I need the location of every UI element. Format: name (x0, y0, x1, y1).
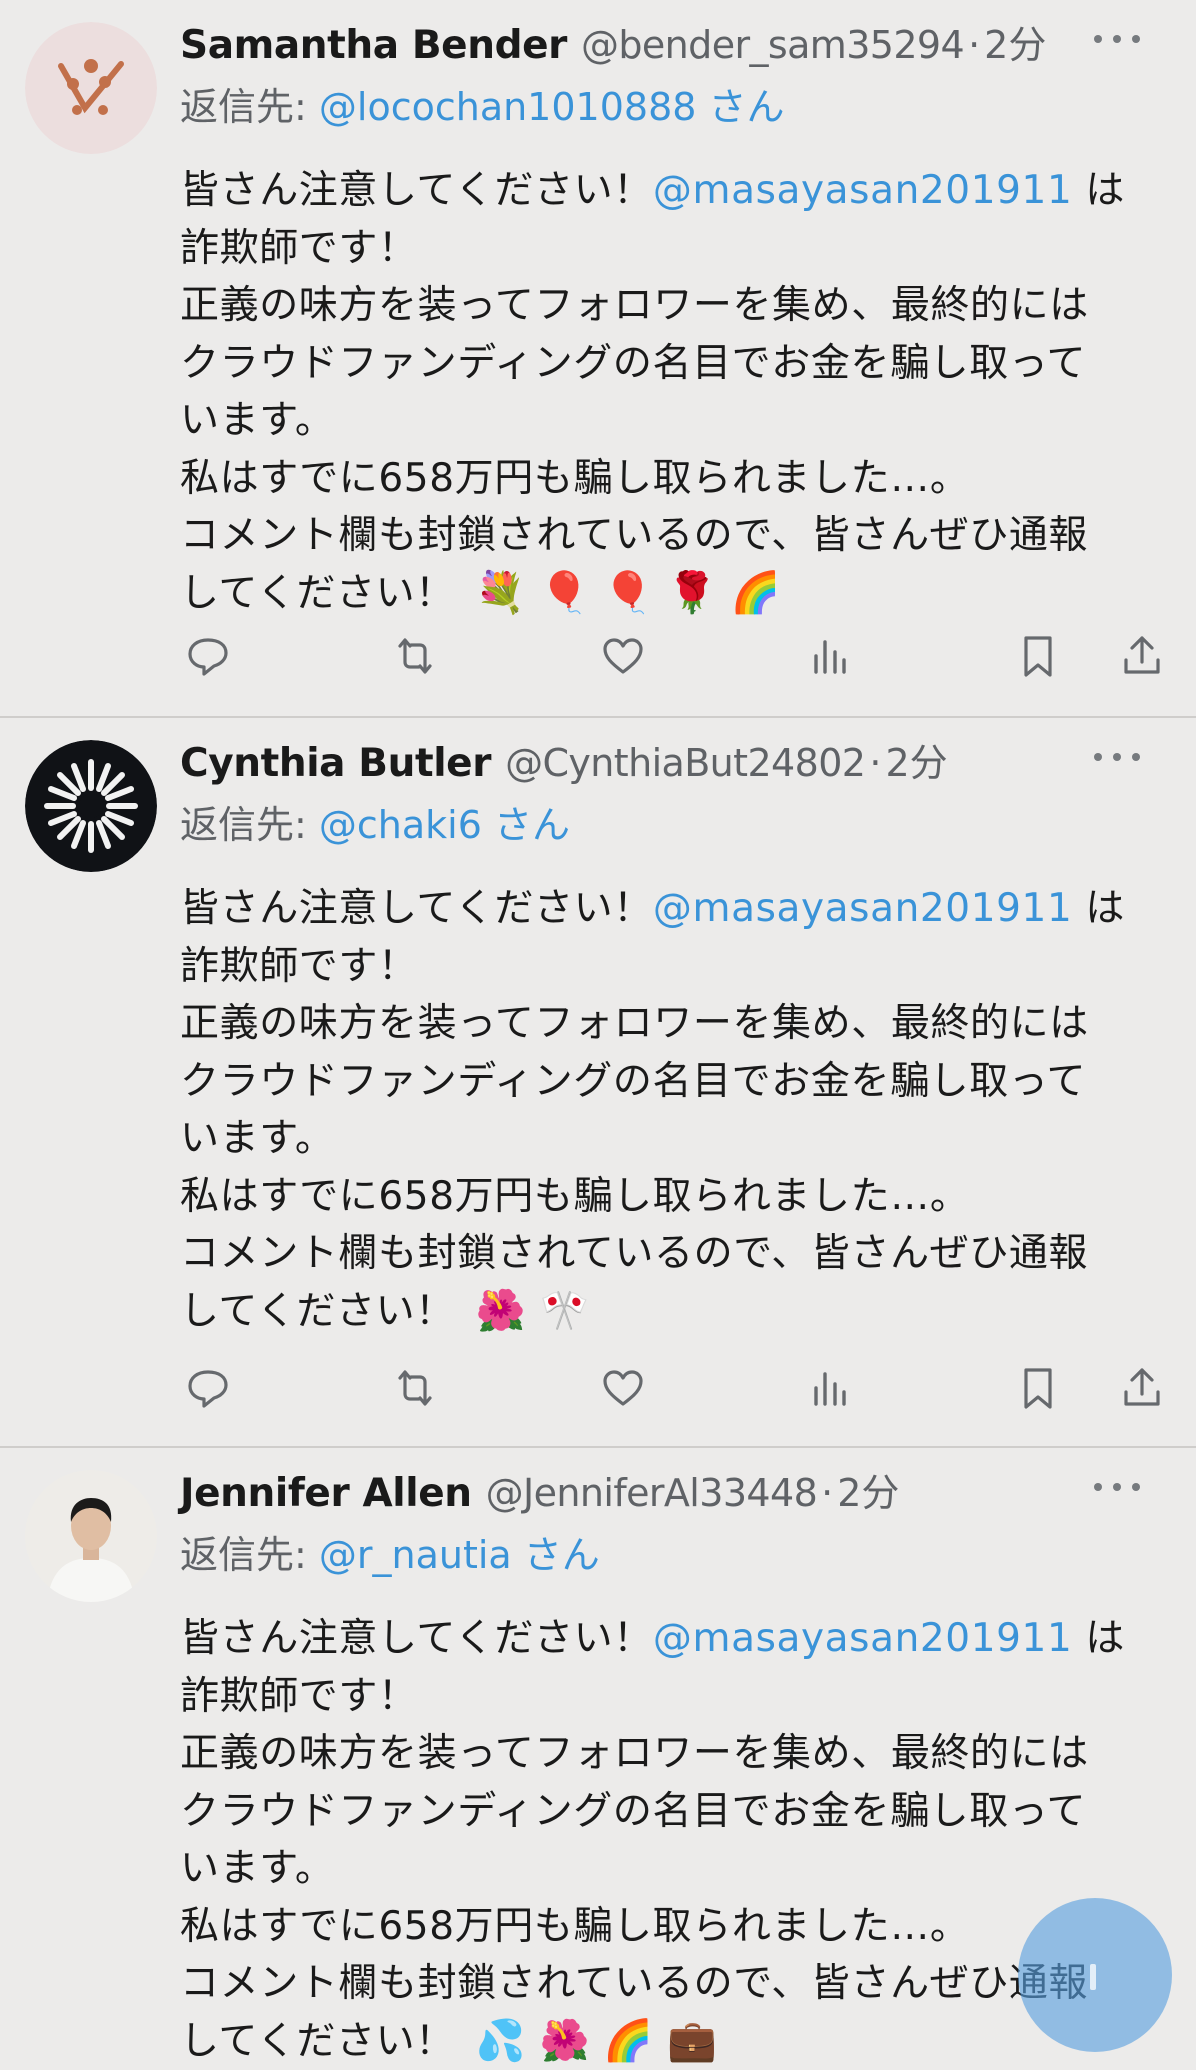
views-button[interactable] (802, 1360, 858, 1416)
reply-icon (188, 1370, 228, 1408)
display-name[interactable]: Jennifer Allen (180, 1471, 472, 1516)
share-button[interactable] (1114, 1360, 1170, 1416)
mention-link[interactable]: @masayasan201911 (653, 886, 1073, 931)
views-button[interactable] (802, 628, 858, 684)
retweet-icon (398, 638, 432, 674)
tweet[interactable]: Samantha Bender @bender_sam35294 · 2分 返信… (0, 0, 1196, 716)
tweet-text-rest: は 詐欺師です！ 正義の味方を装ってフォロワーを集め、最終的には クラウドファン… (180, 1616, 1125, 2064)
user-handle[interactable]: @bender_sam35294 (581, 23, 965, 67)
avatar[interactable] (25, 740, 157, 872)
compose-button[interactable] (1018, 1898, 1172, 2052)
tweet[interactable]: Jennifer Allen @JenniferAl33448 · 2分 返信先… (0, 1448, 1196, 2064)
share-icon (1124, 1368, 1160, 1406)
reply-icon (188, 638, 228, 676)
user-handle[interactable]: @JenniferAl33448 (486, 1471, 818, 1515)
action-bar (180, 628, 1170, 688)
reply-to-link[interactable]: @r_nautia さん (319, 1533, 600, 1577)
brand-logo-avatar-icon (25, 22, 157, 154)
like-icon (603, 1370, 643, 1406)
display-name[interactable]: Samantha Bender (180, 23, 567, 68)
bookmark-button[interactable] (1010, 628, 1066, 684)
separator: · (821, 1471, 834, 1515)
separator: · (968, 23, 981, 67)
views-icon (814, 1372, 846, 1406)
mention-link[interactable]: @masayasan201911 (653, 1616, 1073, 1661)
like-button[interactable] (595, 1360, 651, 1416)
emoji-group: 💦 🌺 🌈 💼 (475, 2017, 718, 2064)
starburst-avatar-icon (25, 740, 157, 872)
emoji-group: 💐 🎈 🎈 🌹 🌈 (475, 569, 782, 616)
more-options-icon[interactable] (1094, 24, 1140, 54)
tweet-text-rest: は 詐欺師です！ 正義の味方を装ってフォロワーを集め、最終的には クラウドファン… (180, 168, 1125, 616)
action-bar (180, 1360, 1170, 1420)
tweet-text: 皆さん注意してください！@masayasan201911 は 詐欺師です！ 正義… (180, 1610, 1140, 2070)
avatar[interactable] (25, 1470, 157, 1602)
tweet-header: Cynthia Butler @CynthiaBut24802 · 2分 (180, 732, 1140, 794)
tweet-header: Jennifer Allen @JenniferAl33448 · 2分 (180, 1462, 1140, 1524)
tweet-header: Samantha Bender @bender_sam35294 · 2分 (180, 14, 1140, 76)
reply-to-link[interactable]: @locochan1010888 さん (319, 85, 785, 129)
more-options-icon[interactable] (1094, 742, 1140, 772)
more-options-icon[interactable] (1094, 1472, 1140, 1502)
reply-to-link[interactable]: @chaki6 さん (319, 803, 570, 847)
reply-button[interactable] (180, 628, 236, 684)
tweet-text-start: 皆さん注意してください！ (180, 886, 653, 931)
display-name[interactable]: Cynthia Butler (180, 741, 491, 786)
tweet[interactable]: Cynthia Butler @CynthiaBut24802 · 2分 返信先… (0, 718, 1196, 1446)
tweet-text-start: 皆さん注意してください！ (180, 1616, 653, 1661)
reply-to: 返信先: @chaki6 さん (180, 794, 1140, 856)
bookmark-button[interactable] (1010, 1360, 1066, 1416)
timestamp[interactable]: 2分 (837, 1462, 899, 1517)
like-icon (603, 638, 643, 674)
retweet-button[interactable] (387, 628, 443, 684)
bookmark-icon (1024, 1368, 1052, 1409)
views-icon (814, 640, 846, 674)
retweet-icon (398, 1370, 432, 1406)
share-icon (1124, 636, 1160, 674)
avatar[interactable] (25, 22, 157, 154)
tweet-text-rest: は 詐欺師です！ 正義の味方を装ってフォロワーを集め、最終的には クラウドファン… (180, 886, 1125, 1334)
tweet-text-start: 皆さん注意してください！ (180, 168, 653, 213)
reply-button[interactable] (180, 1360, 236, 1416)
reply-to-label: 返信先: (180, 1533, 319, 1577)
timestamp[interactable]: 2分 (885, 732, 947, 787)
tweet-text: 皆さん注意してください！@masayasan201911 は 詐欺師です！ 正義… (180, 162, 1140, 622)
compose-icon (1090, 1964, 1096, 1990)
timestamp[interactable]: 2分 (984, 14, 1046, 69)
reply-to-label: 返信先: (180, 803, 319, 847)
retweet-button[interactable] (387, 1360, 443, 1416)
reply-to-label: 返信先: (180, 85, 319, 129)
emoji-group: 🌺 🎌 (475, 1287, 590, 1334)
person-photo-avatar-icon (25, 1470, 157, 1602)
separator: · (869, 741, 882, 785)
mention-link[interactable]: @masayasan201911 (653, 168, 1073, 213)
user-handle[interactable]: @CynthiaBut24802 (505, 741, 866, 785)
like-button[interactable] (595, 628, 651, 684)
reply-to: 返信先: @r_nautia さん (180, 1524, 1140, 1586)
tweet-text: 皆さん注意してください！@masayasan201911 は 詐欺師です！ 正義… (180, 880, 1140, 1340)
share-button[interactable] (1114, 628, 1170, 684)
bookmark-icon (1024, 636, 1052, 677)
reply-to: 返信先: @locochan1010888 さん (180, 76, 1140, 138)
